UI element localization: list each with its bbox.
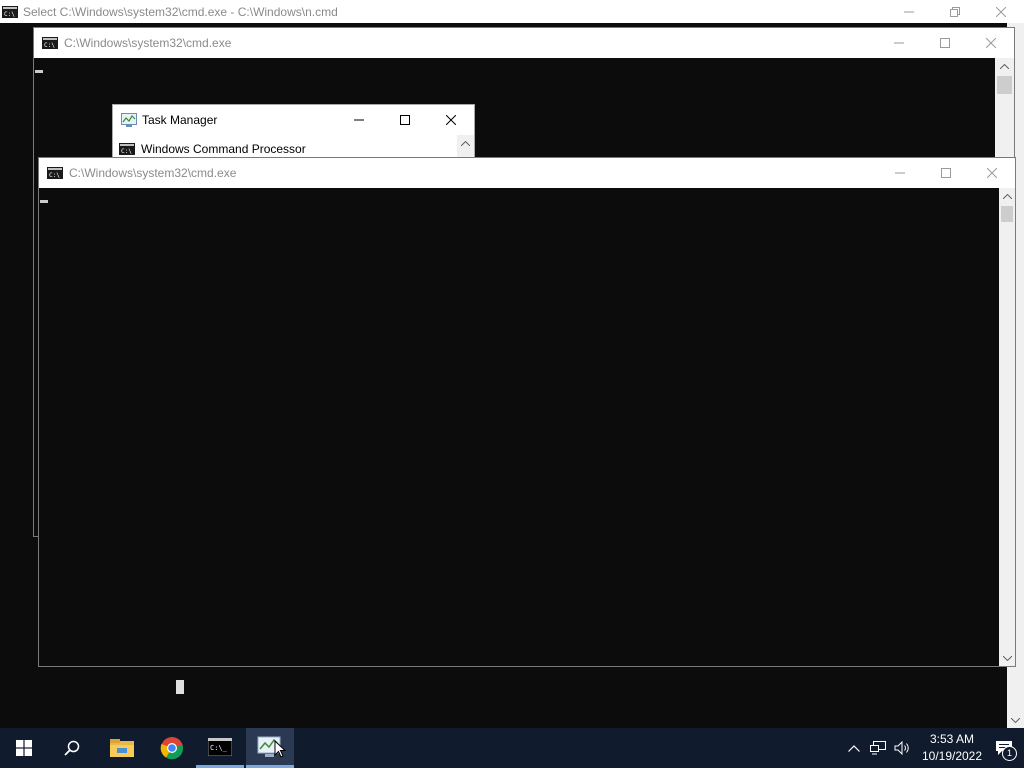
chrome-icon bbox=[160, 737, 184, 760]
maximize-icon bbox=[940, 38, 950, 48]
process-list-item[interactable]: C:\ Windows Command Processor bbox=[113, 139, 454, 159]
cmd-window-2-scrollbar[interactable] bbox=[999, 188, 1015, 666]
chevron-down-icon bbox=[1011, 717, 1020, 723]
notification-center-button[interactable]: 1 bbox=[984, 728, 1024, 768]
minimize-button[interactable] bbox=[336, 105, 382, 135]
background-console-cursor bbox=[176, 680, 184, 694]
clock-date: 10/19/2022 bbox=[921, 749, 983, 763]
task-manager-titlebar[interactable]: Task Manager bbox=[113, 105, 474, 135]
chrome-button[interactable] bbox=[148, 728, 196, 768]
volume-button[interactable] bbox=[890, 728, 914, 768]
svg-text:C:\: C:\ bbox=[121, 148, 132, 155]
svg-text:C:\: C:\ bbox=[44, 42, 55, 49]
process-name: Windows Command Processor bbox=[141, 142, 306, 156]
chevron-up-icon bbox=[848, 744, 860, 752]
close-button[interactable] bbox=[969, 158, 1015, 188]
cmd-icon: C:\_ bbox=[208, 737, 232, 756]
close-button[interactable] bbox=[978, 0, 1024, 23]
restore-button[interactable] bbox=[932, 0, 978, 23]
system-tray: 3:53 AM 10/19/2022 1 bbox=[842, 728, 1024, 768]
minimize-icon bbox=[895, 172, 905, 174]
task-manager-icon bbox=[121, 113, 137, 127]
cmd-window-1-cursor bbox=[35, 70, 43, 73]
close-icon bbox=[986, 38, 996, 48]
cmd-window-2-titlebar[interactable]: C:\ C:\Windows\system32\cmd.exe bbox=[39, 158, 1015, 188]
svg-text:C:\_: C:\_ bbox=[210, 744, 228, 752]
cmd-app-icon: C:\ bbox=[2, 5, 18, 18]
search-button[interactable] bbox=[48, 728, 96, 768]
network-icon bbox=[870, 741, 886, 755]
taskbar: C:\_ 3:53 AM 10/19/2022 1 bbox=[0, 728, 1024, 768]
cmd-window-2-title: C:\Windows\system32\cmd.exe bbox=[69, 166, 237, 180]
file-explorer-icon bbox=[110, 739, 134, 757]
maximize-button[interactable] bbox=[382, 105, 428, 135]
chevron-up-icon bbox=[461, 141, 470, 146]
minimize-button[interactable] bbox=[876, 28, 922, 58]
task-manager-taskbar-button[interactable] bbox=[246, 728, 294, 768]
clock[interactable]: 3:53 AM 10/19/2022 bbox=[920, 731, 984, 765]
chevron-up-icon bbox=[1000, 63, 1009, 69]
cmd-app-icon: C:\ bbox=[47, 167, 63, 179]
minimize-button[interactable] bbox=[886, 0, 932, 23]
close-icon bbox=[446, 115, 456, 125]
clock-time: 3:53 AM bbox=[929, 732, 975, 746]
notification-count-badge: 1 bbox=[1002, 746, 1017, 761]
file-explorer-button[interactable] bbox=[98, 728, 146, 768]
scroll-down-arrow[interactable] bbox=[1007, 712, 1024, 728]
minimize-button[interactable] bbox=[877, 158, 923, 188]
scroll-up-arrow[interactable] bbox=[995, 58, 1014, 74]
close-button[interactable] bbox=[968, 28, 1014, 58]
maximize-button[interactable] bbox=[922, 28, 968, 58]
close-button[interactable] bbox=[428, 105, 474, 135]
scroll-up-arrow[interactable] bbox=[999, 188, 1015, 204]
maximize-button[interactable] bbox=[923, 158, 969, 188]
svg-text:C:\: C:\ bbox=[49, 172, 60, 179]
network-button[interactable] bbox=[866, 728, 890, 768]
cmd-window-2[interactable]: C:\ C:\Windows\system32\cmd.exe bbox=[38, 157, 1016, 667]
background-console-titlebar[interactable]: C:\ Select C:\Windows\system32\cmd.exe -… bbox=[0, 0, 1024, 23]
close-icon bbox=[996, 6, 1006, 17]
minimize-icon bbox=[354, 119, 364, 121]
cmd-taskbar-button[interactable]: C:\_ bbox=[196, 728, 244, 768]
svg-text:C:\: C:\ bbox=[4, 11, 15, 18]
cmd-window-1-titlebar[interactable]: C:\ C:\Windows\system32\cmd.exe bbox=[34, 28, 1014, 58]
cmd-window-1-title: C:\Windows\system32\cmd.exe bbox=[64, 36, 232, 50]
mouse-cursor-icon bbox=[274, 740, 286, 758]
maximize-icon bbox=[941, 168, 951, 178]
maximize-icon bbox=[400, 115, 410, 125]
minimize-icon bbox=[894, 42, 904, 44]
start-button[interactable] bbox=[0, 728, 48, 768]
restore-icon bbox=[950, 6, 960, 17]
background-console-title: Select C:\Windows\system32\cmd.exe - C:\… bbox=[23, 4, 338, 19]
cmd-app-icon: C:\ bbox=[119, 143, 135, 155]
chevron-up-icon bbox=[1002, 193, 1012, 199]
show-hidden-icons-button[interactable] bbox=[842, 728, 866, 768]
start-icon bbox=[16, 740, 32, 756]
cmd-window-2-cursor bbox=[40, 200, 48, 203]
cmd-app-icon: C:\ bbox=[42, 37, 58, 49]
scroll-down-arrow[interactable] bbox=[999, 650, 1015, 666]
minimize-icon bbox=[904, 11, 914, 12]
chevron-down-icon bbox=[1002, 655, 1012, 661]
task-manager-window[interactable]: Task Manager C:\ Windows Command Process… bbox=[112, 104, 475, 160]
task-manager-title: Task Manager bbox=[142, 113, 218, 127]
volume-icon bbox=[894, 741, 909, 755]
search-icon bbox=[64, 740, 80, 756]
close-icon bbox=[987, 168, 997, 178]
